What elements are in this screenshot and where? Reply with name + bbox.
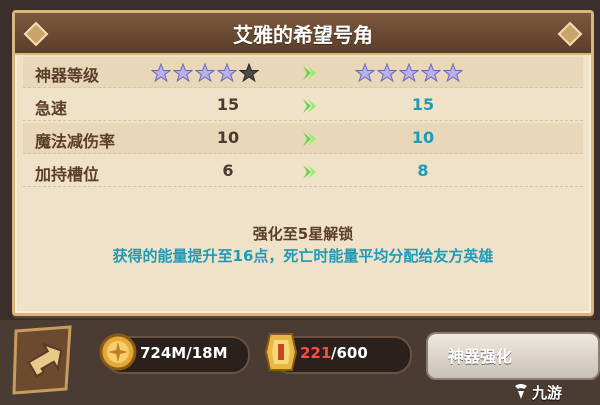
next-star-rating xyxy=(355,63,463,83)
current-value: 10 xyxy=(216,128,240,147)
corner-ornament-icon xyxy=(557,21,583,47)
next-value: 10 xyxy=(411,128,435,147)
back-button[interactable] xyxy=(12,325,74,395)
stat-row-haste: 急速 15 15 xyxy=(23,90,583,121)
star-filled-icon xyxy=(217,63,237,83)
unlock-condition: 强化至5星解锁 xyxy=(252,225,354,243)
star-filled-icon xyxy=(355,63,375,83)
current-value: 6 xyxy=(222,161,234,180)
gold-coin-icon xyxy=(99,333,137,371)
watermark-text: 九游 xyxy=(532,384,563,402)
star-filled-icon xyxy=(195,63,215,83)
star-empty-icon xyxy=(239,63,259,83)
unlock-description: 获得的能量提升至16点，死亡时能量平均分配给友方英雄 xyxy=(112,247,494,265)
shard-current: 221 xyxy=(300,344,332,362)
next-value: 15 xyxy=(411,95,435,114)
green-arrow-right-icon xyxy=(303,132,316,146)
gold-amount: 724M/18M xyxy=(140,344,228,362)
star-filled-icon xyxy=(443,63,463,83)
star-filled-icon xyxy=(151,63,171,83)
current-star-rating xyxy=(151,63,259,83)
upgrade-button-label: 神器强化 xyxy=(448,347,513,366)
next-value: 8 xyxy=(417,161,429,180)
star-filled-icon xyxy=(377,63,397,83)
star-filled-icon xyxy=(173,63,193,83)
stat-label: 急速 xyxy=(35,99,68,118)
stat-row-slots: 加持槽位 6 8 xyxy=(23,156,583,187)
page-title: 艾雅的希望号角 xyxy=(233,23,373,47)
green-arrow-right-icon xyxy=(303,66,316,80)
artifact-panel: 艾雅的希望号角 神器等级 急速 15 15 魔法减伤率 10 10 加持槽位 6… xyxy=(12,10,594,316)
shard-max: /600 xyxy=(331,344,368,362)
stat-row-magic-reduction: 魔法减伤率 10 10 xyxy=(23,123,583,154)
stat-label: 神器等级 xyxy=(35,66,100,85)
artifact-shard-icon xyxy=(264,333,298,371)
green-arrow-right-icon xyxy=(303,165,316,179)
current-value: 15 xyxy=(216,95,240,114)
star-filled-icon xyxy=(399,63,419,83)
star-filled-icon xyxy=(421,63,441,83)
green-arrow-right-icon xyxy=(303,99,316,113)
watermark-logo-icon xyxy=(515,384,527,399)
stats-table: 神器等级 急速 15 15 魔法减伤率 10 10 加持槽位 6 8 xyxy=(23,57,583,189)
stat-row-artifact-level: 神器等级 xyxy=(23,57,583,88)
stat-label: 魔法减伤率 xyxy=(35,132,116,151)
stat-label: 加持槽位 xyxy=(35,165,100,184)
title-bar: 艾雅的希望号角 xyxy=(15,13,591,55)
